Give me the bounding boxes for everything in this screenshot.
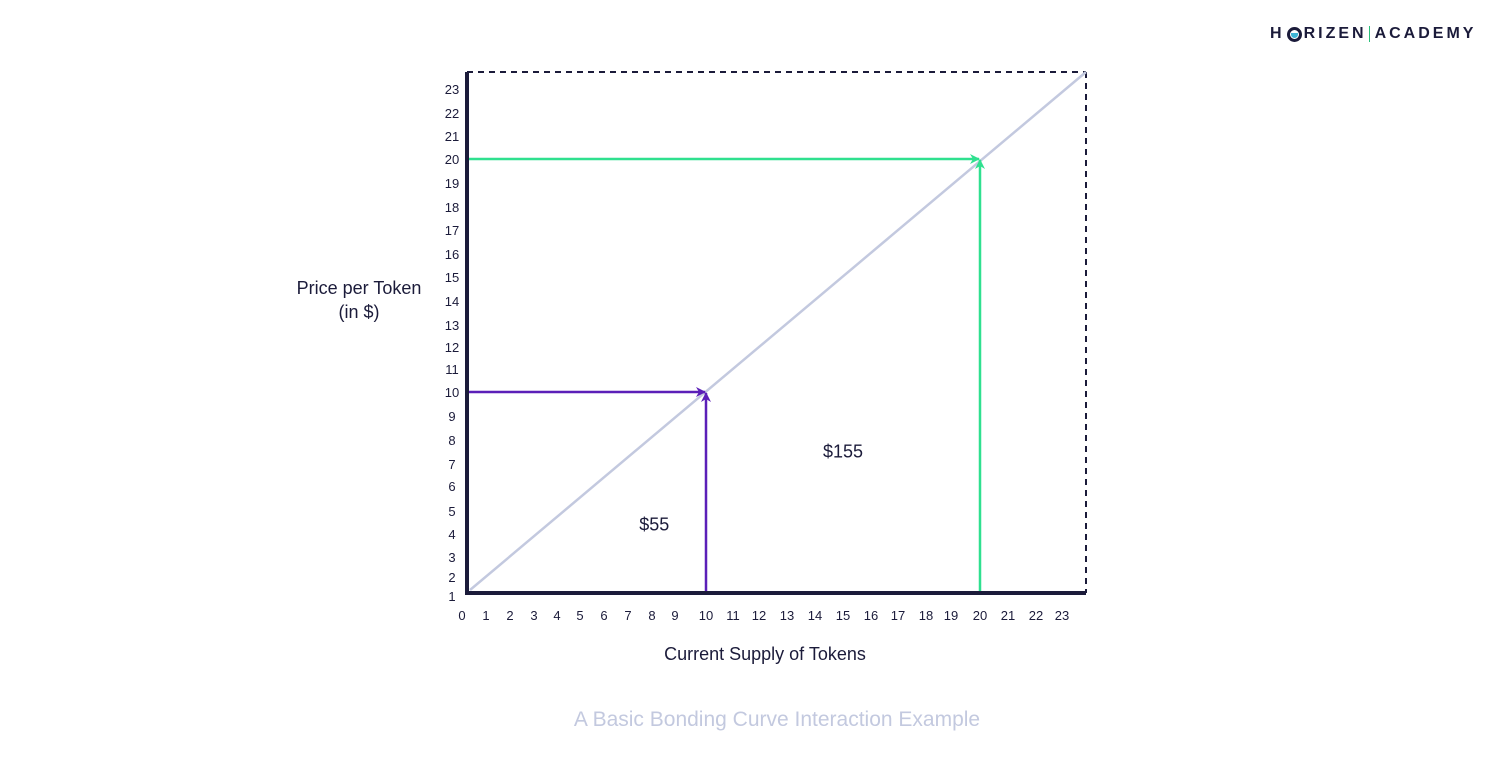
y-tick-label: 10 xyxy=(445,385,459,400)
bonding-curve-line xyxy=(469,71,1087,591)
x-axis-label: Current Supply of Tokens xyxy=(664,644,866,664)
x-tick-label: 13 xyxy=(780,608,794,623)
x-tick-label: 1 xyxy=(482,608,489,623)
y-tick-label: 14 xyxy=(445,294,459,309)
y-tick-label: 7 xyxy=(448,457,455,472)
x-tick-label: 2 xyxy=(506,608,513,623)
y-tick-label: 15 xyxy=(445,270,459,285)
x-tick-label: 0 xyxy=(458,608,465,623)
y-axis-label-line2: (in $) xyxy=(338,302,379,322)
y-tick-label: 9 xyxy=(448,409,455,424)
y-tick-label: 3 xyxy=(448,550,455,565)
x-tick-label: 16 xyxy=(864,608,878,623)
x-tick-label: 14 xyxy=(808,608,822,623)
y-tick-label: 5 xyxy=(448,504,455,519)
x-tick-label: 20 xyxy=(973,608,987,623)
purchase-20-area-label: $155 xyxy=(823,441,863,461)
x-tick-label: 22 xyxy=(1029,608,1043,623)
x-tick-label: 18 xyxy=(919,608,933,623)
x-tick-label: 11 xyxy=(726,608,740,623)
y-tick-label: 21 xyxy=(445,129,459,144)
x-tick-label: 23 xyxy=(1055,608,1069,623)
y-tick-label: 11 xyxy=(445,362,459,377)
y-tick-label: 2 xyxy=(448,570,455,585)
y-axis-label-line1: Price per Token xyxy=(297,278,422,298)
purchase-10-area-label: $55 xyxy=(639,515,669,535)
x-tick-label: 7 xyxy=(624,608,631,623)
x-tick-label: 8 xyxy=(648,608,655,623)
x-tick-label: 17 xyxy=(891,608,905,623)
x-tick-label: 9 xyxy=(671,608,678,623)
x-tick-label: 5 xyxy=(576,608,583,623)
x-tick-label: 6 xyxy=(600,608,607,623)
x-tick-label: 4 xyxy=(553,608,560,623)
y-tick-label: 19 xyxy=(445,176,459,191)
y-tick-label: 4 xyxy=(448,527,455,542)
x-tick-label: 12 xyxy=(752,608,766,623)
chart-caption: A Basic Bonding Curve Interaction Exampl… xyxy=(574,708,980,731)
x-tick-label: 10 xyxy=(699,608,713,623)
x-tick-label: 19 xyxy=(944,608,958,623)
y-tick-label: 20 xyxy=(445,152,459,167)
y-tick-label: 16 xyxy=(445,247,459,262)
y-tick-label: 17 xyxy=(445,223,459,238)
y-tick-label: 13 xyxy=(445,318,459,333)
y-tick-label: 12 xyxy=(445,340,459,355)
x-tick-label: 3 xyxy=(530,608,537,623)
y-tick-label: 1 xyxy=(448,589,455,604)
y-tick-label: 6 xyxy=(448,479,455,494)
y-tick-label: 8 xyxy=(448,433,455,448)
y-tick-label: 18 xyxy=(445,200,459,215)
x-tick-label: 15 xyxy=(836,608,850,623)
y-tick-label: 23 xyxy=(445,82,459,97)
y-tick-label: 22 xyxy=(445,106,459,121)
bonding-curve-chart: $55$155 0 1 2 3 4 5 6 7 8 9 10 11 12 13 14 15 16 17 18 19 20… xyxy=(297,71,1087,731)
x-tick-label: 21 xyxy=(1001,608,1015,623)
